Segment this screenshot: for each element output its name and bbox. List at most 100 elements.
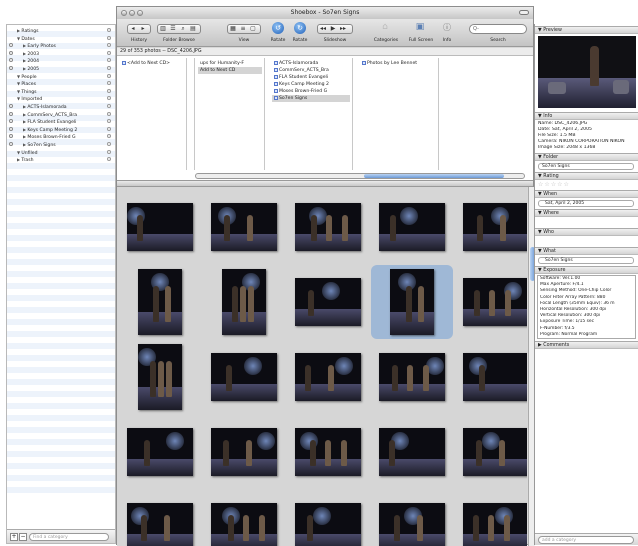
photo-cell[interactable]: [203, 190, 285, 264]
what-section-header[interactable]: ▼ What: [535, 247, 638, 255]
category-toggle-icon[interactable]: [107, 81, 111, 86]
checkbox-icon[interactable]: [274, 95, 278, 100]
category-row[interactable]: ▼ People: [7, 73, 115, 80]
category-checkbox-icon[interactable]: [9, 111, 13, 116]
info-icon[interactable]: ⓘ: [441, 22, 453, 33]
photo-cell[interactable]: [119, 415, 201, 489]
what-value[interactable]: So7en Signs: [538, 257, 634, 264]
category-toggle-icon[interactable]: [107, 149, 111, 154]
back-arrow-icon[interactable]: ◂: [128, 25, 138, 33]
category-row[interactable]: ▶ 2004: [7, 57, 115, 64]
add-category-input[interactable]: add a category: [538, 536, 634, 544]
column-item-selected[interactable]: Add to Next CD: [198, 67, 262, 74]
photo-thumbnail[interactable]: [379, 353, 445, 401]
category-row[interactable]: ▶ CommServ_ACTS_Bra: [7, 111, 115, 118]
search-input[interactable]: Q-: [469, 24, 527, 34]
category-toggle-icon[interactable]: [107, 73, 111, 78]
photo-thumbnail[interactable]: [127, 503, 193, 546]
category-toggle-icon[interactable]: [107, 35, 111, 40]
exposure-section-header[interactable]: ▼ Exposure: [535, 266, 638, 274]
photo-thumbnail[interactable]: [379, 203, 445, 251]
category-row[interactable]: ▼ Unfiled: [7, 149, 115, 156]
column-item[interactable]: CommServ_ACTS_Bra: [272, 67, 350, 74]
category-row[interactable]: ▶ Trash: [7, 156, 115, 163]
category-checkbox-icon[interactable]: [9, 58, 13, 63]
folder-value[interactable]: So7en Signs: [538, 163, 634, 170]
photo-cell-selected[interactable]: [371, 265, 453, 339]
photo-cell[interactable]: [119, 490, 201, 546]
category-row[interactable]: ▶ FLA Student Evangeli: [7, 118, 115, 125]
photo-thumbnail[interactable]: [127, 428, 193, 476]
category-row[interactable]: ▶ ACTS-Islamorada: [7, 103, 115, 110]
full-screen-label[interactable]: Full Screen: [406, 38, 436, 43]
category-row[interactable]: ▶ So7en Signs: [7, 141, 115, 148]
checkbox-icon[interactable]: [274, 81, 278, 86]
category-toggle-icon[interactable]: [107, 58, 111, 63]
info-section-header[interactable]: ▼ Info: [535, 112, 638, 120]
photo-thumbnail[interactable]: [463, 353, 527, 401]
where-section-header[interactable]: ▼ Where: [535, 209, 638, 217]
photo-cell[interactable]: [119, 265, 201, 339]
category-toggle-icon[interactable]: [107, 104, 111, 108]
photo-thumbnail[interactable]: [295, 278, 361, 326]
column-item[interactable]: Keys Camp Meeting 2: [272, 81, 350, 88]
category-checkbox-icon[interactable]: [9, 66, 13, 70]
category-row[interactable]: ▼ Things: [7, 88, 115, 95]
photo-cell[interactable]: [287, 415, 369, 489]
rotate-right-icon[interactable]: ↻: [294, 22, 306, 34]
folder-icon[interactable]: ▤: [188, 25, 198, 33]
photo-cell[interactable]: [203, 340, 285, 414]
scrollbar-thumb[interactable]: [364, 174, 504, 178]
photo-thumbnail[interactable]: [463, 428, 527, 476]
category-row[interactable]: ▶ Moses Brown-Fried G: [7, 133, 115, 140]
photo-thumbnail[interactable]: [463, 503, 527, 546]
category-row[interactable]: ▼ Places: [7, 80, 115, 87]
checkbox-icon[interactable]: [274, 60, 278, 65]
list-mode-icon[interactable]: ≡: [238, 25, 248, 33]
categories-label[interactable]: Categories: [371, 38, 401, 43]
when-section-header[interactable]: ▼ When: [535, 190, 638, 198]
toolbar-toggle-button[interactable]: [519, 10, 529, 15]
photo-thumbnail[interactable]: [390, 269, 434, 335]
category-toggle-icon[interactable]: [107, 157, 111, 162]
photo-thumbnail[interactable]: [138, 344, 182, 410]
preview-section-header[interactable]: ▼ Preview: [535, 26, 638, 34]
photo-thumbnail[interactable]: [295, 428, 361, 476]
category-row[interactable]: ▶ Ratings: [7, 27, 115, 34]
category-checkbox-icon[interactable]: [9, 142, 13, 146]
rotate-left-icon[interactable]: ↺: [272, 22, 284, 34]
photo-thumbnail[interactable]: [379, 503, 445, 546]
category-toggle-icon[interactable]: [107, 142, 111, 146]
fast-forward-icon[interactable]: ▸▸: [338, 25, 348, 33]
comments-section-header[interactable]: ▶ Comments: [535, 341, 638, 349]
play-icon[interactable]: ▶: [328, 25, 338, 33]
category-toggle-icon[interactable]: [107, 43, 111, 48]
photo-cell[interactable]: [287, 340, 369, 414]
photo-thumbnail[interactable]: [379, 428, 445, 476]
zoom-button[interactable]: [137, 10, 143, 16]
category-checkbox-icon[interactable]: [9, 134, 13, 139]
photo-cell[interactable]: [287, 265, 369, 339]
photo-thumbnail[interactable]: [127, 203, 193, 251]
category-checkbox-icon[interactable]: [9, 104, 13, 108]
magnify-icon[interactable]: ⌕: [178, 25, 188, 33]
checkbox-icon[interactable]: [274, 88, 278, 93]
category-row[interactable]: ▶ 2003: [7, 50, 115, 57]
close-button[interactable]: [121, 10, 127, 16]
photo-thumbnail[interactable]: [138, 269, 182, 335]
category-row[interactable]: ▼ Imported: [7, 95, 115, 102]
photo-thumbnail[interactable]: [295, 503, 361, 546]
minimize-button[interactable]: [129, 10, 135, 16]
photo-cell[interactable]: [119, 340, 201, 414]
photo-cell[interactable]: [119, 190, 201, 264]
rating-section-header[interactable]: ▼ Rating: [535, 172, 638, 180]
folder-browse-control[interactable]: ▥ ☰ ⌕ ▤: [157, 24, 201, 34]
category-toggle-icon[interactable]: [107, 126, 111, 131]
category-row[interactable]: ▶ 2005: [7, 65, 115, 72]
photo-cell[interactable]: [203, 265, 285, 339]
rating-stars[interactable]: ☆☆☆☆☆: [538, 181, 570, 188]
photo-cell[interactable]: [371, 490, 453, 546]
slideshow-control[interactable]: ◂◂ ▶ ▸▸: [317, 24, 353, 34]
photo-cell[interactable]: [455, 340, 527, 414]
category-toggle-icon[interactable]: [107, 111, 111, 116]
